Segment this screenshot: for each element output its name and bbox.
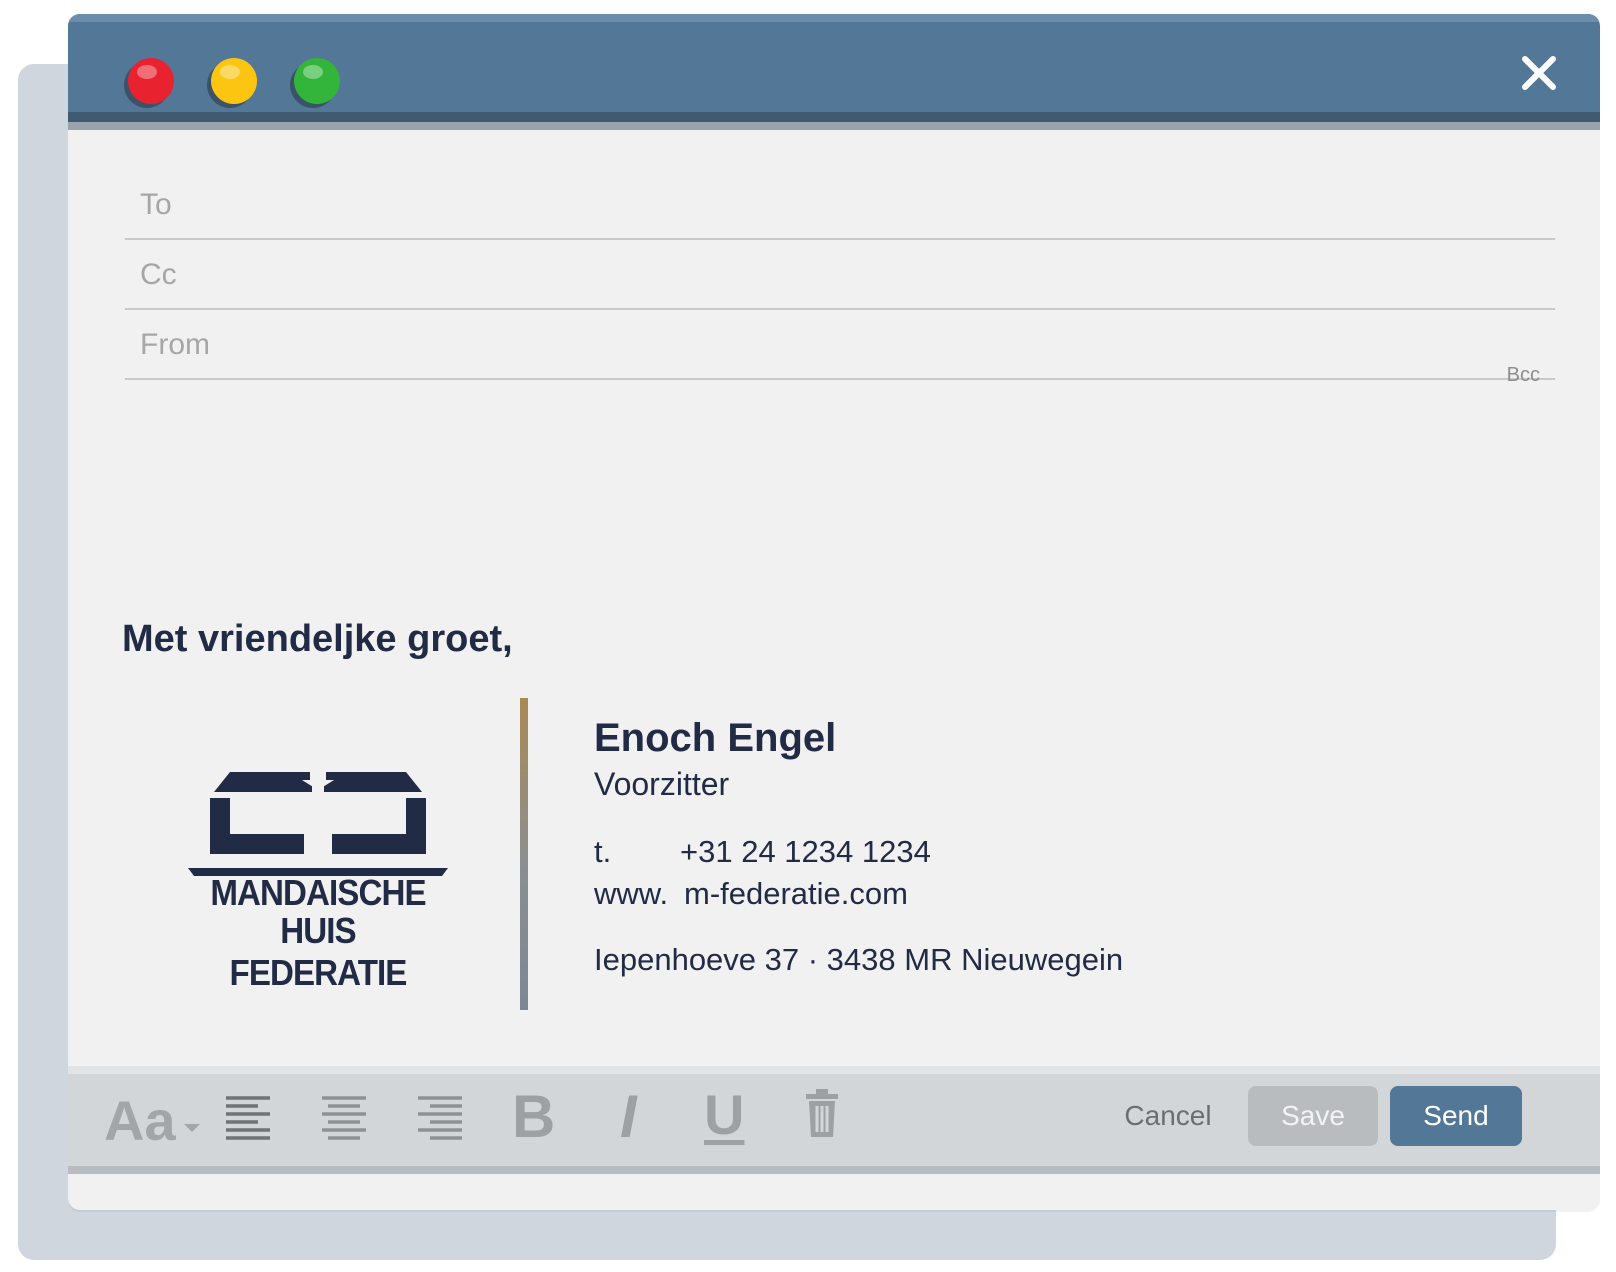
signature-address: Iepenhoeve 37 · 3438 MR Nieuwegein: [594, 942, 1124, 977]
compose-window: To Cc From Bcc Met vriendeljke groet, MA…: [68, 14, 1600, 1210]
from-field[interactable]: From: [140, 328, 210, 362]
save-button[interactable]: Save: [1248, 1086, 1378, 1146]
signature-phone-row: t. +31 24 1234 1234: [594, 834, 931, 870]
minimize-window-dot[interactable]: [211, 58, 257, 104]
logo-text-line2: HUIS FEDERATIE: [229, 910, 408, 993]
phone-number: +31 24 1234 1234: [680, 834, 931, 869]
to-field-underline: [125, 238, 1555, 240]
cancel-button[interactable]: Cancel: [1108, 1086, 1228, 1146]
greeting-text: Met vriendeljke groet,: [122, 618, 513, 660]
signature-divider: [520, 698, 528, 1010]
align-left-icon[interactable]: [224, 1094, 272, 1140]
cc-field-underline: [125, 308, 1555, 310]
logo-text-line1: MANDAISCHE: [210, 872, 426, 913]
close-window-dot[interactable]: [128, 58, 174, 104]
web-label: www.: [594, 876, 669, 911]
send-button[interactable]: Send: [1390, 1086, 1522, 1146]
signature-web-row: www. m-federatie.com: [594, 876, 908, 912]
signature-role: Voorzitter: [594, 766, 730, 802]
chevron-down-icon: [184, 1124, 200, 1132]
signature-name: Enoch Engel: [594, 716, 837, 760]
to-field[interactable]: To: [140, 188, 172, 222]
italic-button[interactable]: I: [620, 1082, 637, 1151]
bcc-toggle[interactable]: Bcc: [1507, 364, 1540, 387]
align-right-icon[interactable]: [416, 1094, 464, 1140]
phone-label: t.: [594, 834, 612, 869]
title-bar: [68, 14, 1600, 112]
bold-button[interactable]: B: [512, 1082, 555, 1151]
font-size-label: Aa: [104, 1089, 176, 1152]
align-center-icon[interactable]: [320, 1094, 368, 1140]
title-bar-edge: [68, 112, 1600, 122]
website-link[interactable]: m-federatie.com: [684, 876, 908, 912]
toolbar-edge: [68, 1166, 1600, 1174]
trash-icon[interactable]: [804, 1088, 840, 1138]
close-icon[interactable]: [1518, 52, 1560, 94]
cc-field[interactable]: Cc: [140, 258, 177, 292]
title-bar-shadow: [68, 122, 1600, 130]
maximize-window-dot[interactable]: [294, 58, 340, 104]
font-size-button[interactable]: Aa: [104, 1088, 200, 1153]
from-field-underline: [125, 378, 1555, 380]
underline-button[interactable]: U: [704, 1082, 744, 1147]
